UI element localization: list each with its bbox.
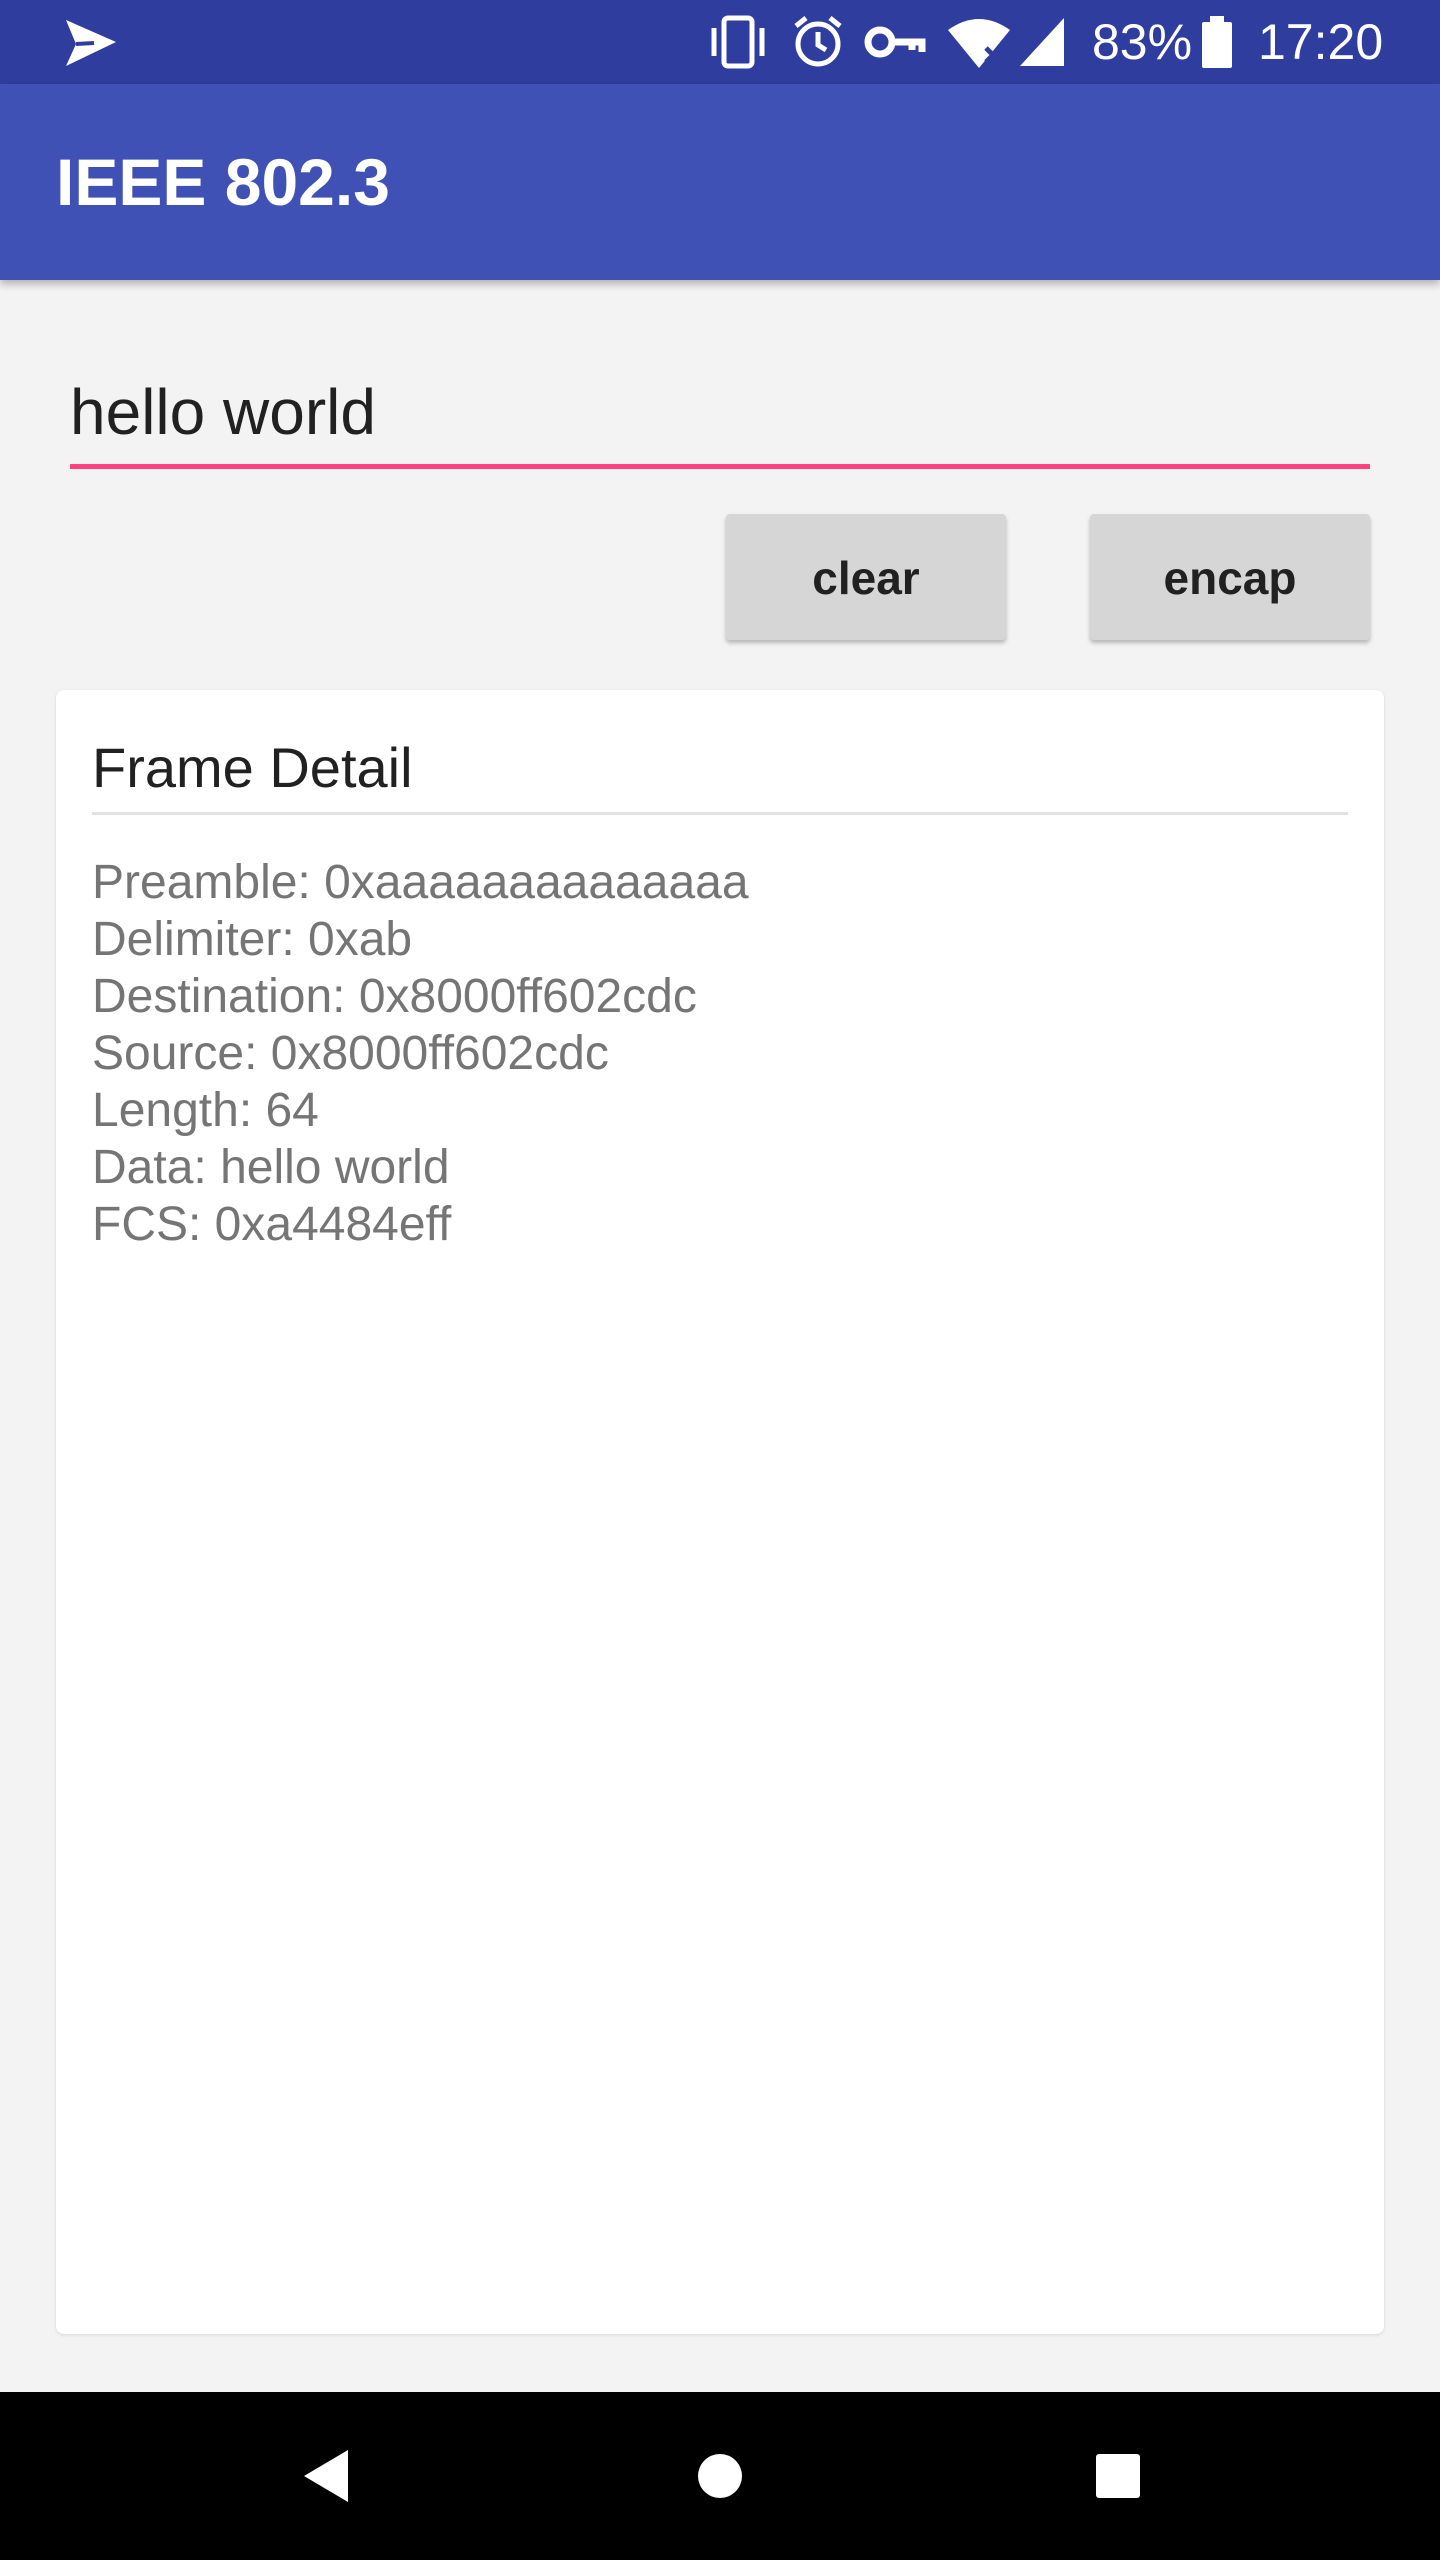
frame-field-preamble: Preamble: 0xaaaaaaaaaaaaaa xyxy=(92,856,749,909)
app-title: IEEE 802.3 xyxy=(56,145,390,219)
frame-field-destination: Destination: 0x8000ff602cdc xyxy=(92,970,697,1023)
clear-button[interactable]: clear xyxy=(726,514,1006,640)
signal-icon xyxy=(1020,18,1064,66)
frame-field-fcs: FCS: 0xa4484eff xyxy=(92,1198,452,1251)
frame-field-length: Length: 64 xyxy=(92,1084,319,1137)
status-clock: 17:20 xyxy=(1258,14,1384,70)
home-icon[interactable] xyxy=(680,2436,760,2516)
wifi-icon xyxy=(948,19,1010,68)
vpn-key-icon xyxy=(864,26,926,58)
app-bar: IEEE 802.3 xyxy=(0,84,1440,280)
status-bar: 83% 17:20 xyxy=(0,0,1440,84)
frame-field-source: Source: 0x8000ff602cdc xyxy=(92,1027,609,1080)
frame-field-data: Data: hello world xyxy=(92,1141,450,1194)
battery-percent: 83% xyxy=(1092,14,1193,70)
navigation-bar xyxy=(0,2392,1440,2560)
encap-button[interactable]: encap xyxy=(1090,514,1370,640)
message-input-container xyxy=(70,360,1370,469)
vibrate-icon xyxy=(711,15,765,69)
message-input[interactable] xyxy=(70,360,1370,469)
back-icon[interactable] xyxy=(286,2436,366,2516)
recents-icon[interactable] xyxy=(1078,2436,1158,2516)
frame-detail-list: Preamble: 0xaaaaaaaaaaaaaa Delimiter: 0x… xyxy=(92,854,749,1253)
frame-field-delimiter: Delimiter: 0xab xyxy=(92,913,413,966)
frame-detail-card: Frame Detail Preamble: 0xaaaaaaaaaaaaaa … xyxy=(56,690,1384,2334)
send-icon xyxy=(66,20,116,66)
alarm-icon xyxy=(794,16,842,67)
battery-icon xyxy=(1202,16,1232,68)
frame-detail-title: Frame Detail xyxy=(92,736,413,799)
frame-detail-divider xyxy=(92,812,1348,815)
